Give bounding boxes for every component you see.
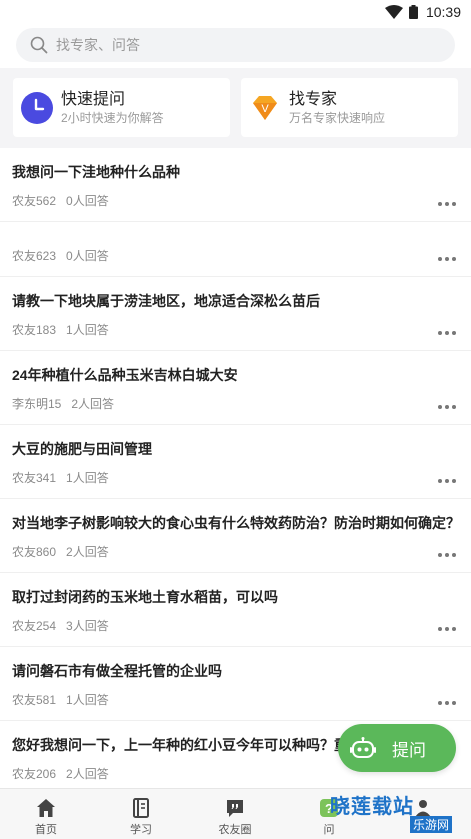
tab-farmer-circle-label: 农友圈 — [218, 824, 252, 836]
clock-icon — [21, 91, 53, 124]
question-answer-count: 1人回答 — [66, 471, 109, 485]
question-user: 农友206 — [12, 767, 57, 781]
question-answer-count: 1人回答 — [66, 693, 109, 707]
search-icon — [30, 36, 48, 54]
question-user: 农友183 — [12, 323, 57, 337]
book-icon — [133, 798, 149, 818]
tab-learn[interactable]: 学习 — [96, 789, 186, 839]
question-user: 李东明15 — [12, 397, 62, 411]
tab-learn-label: 学习 — [130, 824, 152, 836]
question-item[interactable]: 大豆的施肥与田间管理 农友341 1人回答 — [0, 425, 471, 499]
question-meta: 农友860 2人回答 — [12, 543, 109, 560]
more-icon[interactable] — [437, 256, 457, 262]
question-meta: 农友254 3人回答 — [12, 617, 109, 634]
question-meta: 农友183 1人回答 — [12, 321, 109, 338]
question-title: 对当地李子树影响较大的食心虫有什么特效药防治？防治时期如何确定？ — [12, 515, 459, 531]
search-bar[interactable] — [16, 28, 455, 62]
question-item[interactable]: 请问磐石市有做全程托管的企业吗 农友581 1人回答 — [0, 647, 471, 721]
question-answer-count: 2人回答 — [66, 767, 109, 781]
battery-icon — [408, 5, 418, 19]
more-icon[interactable] — [437, 552, 457, 558]
question-answer-count: 0人回答 — [66, 194, 109, 208]
question-meta: 农友562 0人回答 — [12, 192, 109, 209]
question-user: 农友254 — [12, 619, 57, 633]
wifi-icon — [384, 5, 403, 19]
question-title: 24年种植什么品种玉米吉林白城大安 — [12, 367, 238, 383]
question-title: 大豆的施肥与田间管理 — [12, 441, 152, 457]
question-user: 农友860 — [12, 545, 57, 559]
watermark-text: 晓莲载站 — [330, 796, 414, 818]
question-title: 请问磐石市有做全程托管的企业吗 — [12, 663, 222, 679]
question-item[interactable]: 取打过封闭药的玉米地土育水稻苗，可以吗 农友254 3人回答 — [0, 573, 471, 647]
tab-home-label: 首页 — [35, 824, 57, 836]
find-expert-card[interactable]: V 找专家 万名专家快速响应 — [241, 78, 458, 137]
robot-icon — [350, 737, 376, 758]
question-answer-count: 2人回答 — [71, 397, 115, 411]
question-meta: 农友581 1人回答 — [12, 691, 109, 708]
question-item[interactable]: 对当地李子树影响较大的食心虫有什么特效药防治？防治时期如何确定？ 农友860 2人… — [0, 499, 471, 573]
home-icon — [37, 799, 55, 817]
find-expert-subtitle: 万名专家快速响应 — [289, 110, 386, 125]
question-answer-count: 2人回答 — [66, 545, 109, 559]
svg-text:V: V — [261, 103, 269, 115]
question-title: 我想问一下洼地种什么品种 — [12, 164, 180, 180]
question-user: 农友623 — [12, 249, 57, 263]
diamond-v-icon: V — [253, 95, 277, 120]
tab-ask-label: 问 — [323, 824, 335, 836]
question-user: 农友341 — [12, 471, 57, 485]
question-meta: 李东明15 2人回答 — [12, 395, 114, 412]
status-bar: 10:39 — [0, 0, 471, 24]
question-item[interactable]: 请教一下地块属于涝洼地区，地凉适合深松么苗后 农友183 1人回答 — [0, 277, 471, 351]
tab-home[interactable]: 首页 — [1, 789, 91, 839]
status-time: 10:39 — [425, 4, 461, 20]
question-user: 农友562 — [12, 194, 57, 208]
question-answer-count: 3人回答 — [66, 619, 109, 633]
question-item[interactable]: 24年种植什么品种玉米吉林白城大安 李东明15 2人回答 — [0, 351, 471, 425]
question-title: 请教一下地块属于涝洼地区，地凉适合深松么苗后 — [12, 293, 320, 309]
question-title: 取打过封闭药的玉米地土育水稻苗，可以吗 — [12, 589, 278, 605]
question-answer-count: 0人回答 — [66, 249, 109, 263]
question-item[interactable]: 农友623 0人回答 — [0, 222, 471, 277]
more-icon[interactable] — [437, 404, 457, 410]
ask-question-button[interactable]: 提问 — [338, 724, 456, 772]
more-icon[interactable] — [437, 700, 457, 706]
more-icon[interactable] — [437, 478, 457, 484]
quick-ask-card[interactable]: 快速提问 2小时快速为你解答 — [13, 78, 230, 137]
ask-question-label: 提问 — [392, 740, 426, 760]
profile-icon — [415, 800, 431, 817]
more-icon[interactable] — [437, 201, 457, 207]
tab-farmer-circle[interactable]: 农友圈 — [190, 789, 280, 839]
question-list: 我想问一下洼地种什么品种 农友562 0人回答 农友623 0人回答 请教一下地块属… — [0, 148, 471, 795]
more-icon[interactable] — [437, 626, 457, 632]
question-item[interactable]: 我想问一下洼地种什么品种 农友562 0人回答 — [0, 148, 471, 222]
search-input[interactable] — [56, 37, 436, 53]
chat-quote-icon — [227, 800, 243, 817]
quick-ask-subtitle: 2小时快速为你解答 — [61, 110, 164, 125]
question-meta: 农友206 2人回答 — [12, 765, 109, 782]
quick-ask-title: 快速提问 — [61, 90, 126, 108]
watermark-subtext: 乐游网 — [410, 816, 453, 833]
question-user: 农友581 — [12, 693, 57, 707]
question-meta: 农友341 1人回答 — [12, 469, 109, 486]
question-meta: 农友623 0人回答 — [12, 247, 109, 264]
question-answer-count: 1人回答 — [66, 323, 109, 337]
more-icon[interactable] — [437, 330, 457, 336]
find-expert-title: 找专家 — [289, 90, 338, 108]
